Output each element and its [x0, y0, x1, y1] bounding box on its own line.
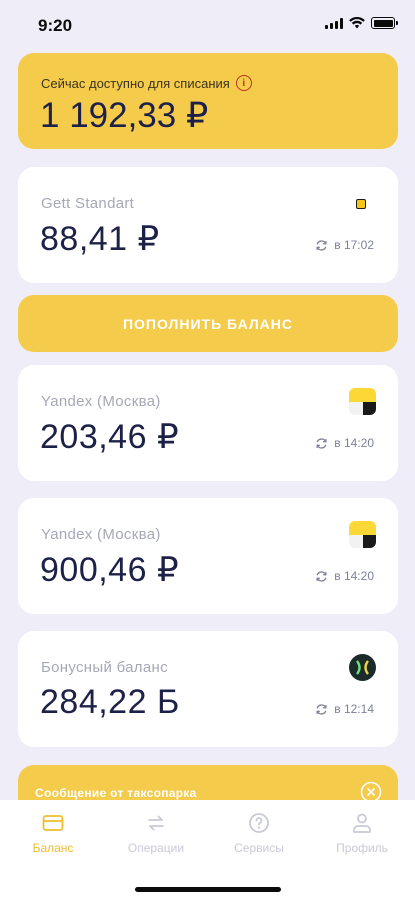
home-indicator [135, 887, 281, 892]
account-title: Yandex (Москва) [41, 393, 161, 410]
yandex-logo-icon [349, 388, 376, 415]
card-icon [42, 815, 64, 831]
bonus-logo-icon [349, 654, 376, 681]
account-updated: в 14:20 [315, 436, 374, 450]
updated-time: в 12:14 [334, 702, 374, 716]
account-amount: 900,46 ₽ [40, 551, 180, 589]
updated-time: в 14:20 [334, 569, 374, 583]
account-updated: в 14:20 [315, 569, 374, 583]
refresh-icon [316, 437, 327, 449]
tab-label: Профиль [336, 841, 388, 855]
person-icon [353, 813, 371, 833]
tab-label: Баланс [32, 841, 74, 855]
wifi-icon [349, 17, 365, 29]
account-updated: в 17:02 [315, 238, 374, 252]
status-icons [325, 17, 398, 29]
account-title: Yandex (Москва) [41, 526, 161, 543]
tab-label: Операции [127, 841, 185, 855]
yandex-logo-icon [349, 521, 376, 548]
account-amount: 88,41 ₽ [40, 220, 160, 258]
available-balance-card: Сейчас доступно для списания i 1 192,33 … [18, 53, 398, 149]
account-amount: 203,46 ₽ [40, 418, 180, 456]
available-label-row: Сейчас доступно для списания i [41, 75, 252, 91]
transfer-icon [148, 815, 164, 831]
available-amount: 1 192,33 ₽ [40, 96, 209, 135]
tab-services[interactable]: Сервисы [219, 811, 299, 855]
account-updated: в 12:14 [315, 702, 374, 716]
message-title: Сообщение от таксопарка [35, 786, 197, 800]
tab-operations[interactable]: Операции [116, 811, 196, 855]
account-card-yandex-1[interactable]: Yandex (Москва) 203,46 ₽ в 14:20 [18, 365, 398, 481]
available-label: Сейчас доступно для списания [41, 75, 230, 91]
status-bar: 9:20 [0, 0, 415, 50]
tab-bar: Баланс Операции Сервисы Профиль [0, 800, 415, 900]
info-icon[interactable]: i [235, 75, 252, 91]
refresh-icon [316, 703, 327, 715]
updated-time: в 14:20 [334, 436, 374, 450]
updated-time: в 17:02 [334, 238, 374, 252]
signal-icon [325, 17, 343, 29]
gett-logo-icon [356, 199, 366, 209]
account-title: Бонусный баланс [41, 659, 168, 676]
tab-label: Сервисы [234, 841, 284, 855]
refresh-icon [316, 570, 327, 582]
tab-balance[interactable]: Баланс [13, 811, 93, 855]
topup-balance-button[interactable]: ПОПОЛНИТЬ БАЛАНС [18, 295, 398, 352]
refresh-icon [316, 239, 327, 251]
help-icon [249, 813, 269, 833]
account-card-yandex-2[interactable]: Yandex (Москва) 900,46 ₽ в 14:20 [18, 498, 398, 614]
tab-profile[interactable]: Профиль [322, 811, 402, 855]
status-time: 9:20 [38, 16, 73, 35]
battery-icon [371, 17, 398, 29]
account-amount: 284,22 Б [40, 683, 180, 721]
account-title: Gett Standart [41, 195, 135, 212]
account-card-gett[interactable]: Gett Standart 88,41 ₽ в 17:02 [18, 167, 398, 283]
account-card-bonus[interactable]: Бонусный баланс 284,22 Б в 12:14 [18, 631, 398, 747]
